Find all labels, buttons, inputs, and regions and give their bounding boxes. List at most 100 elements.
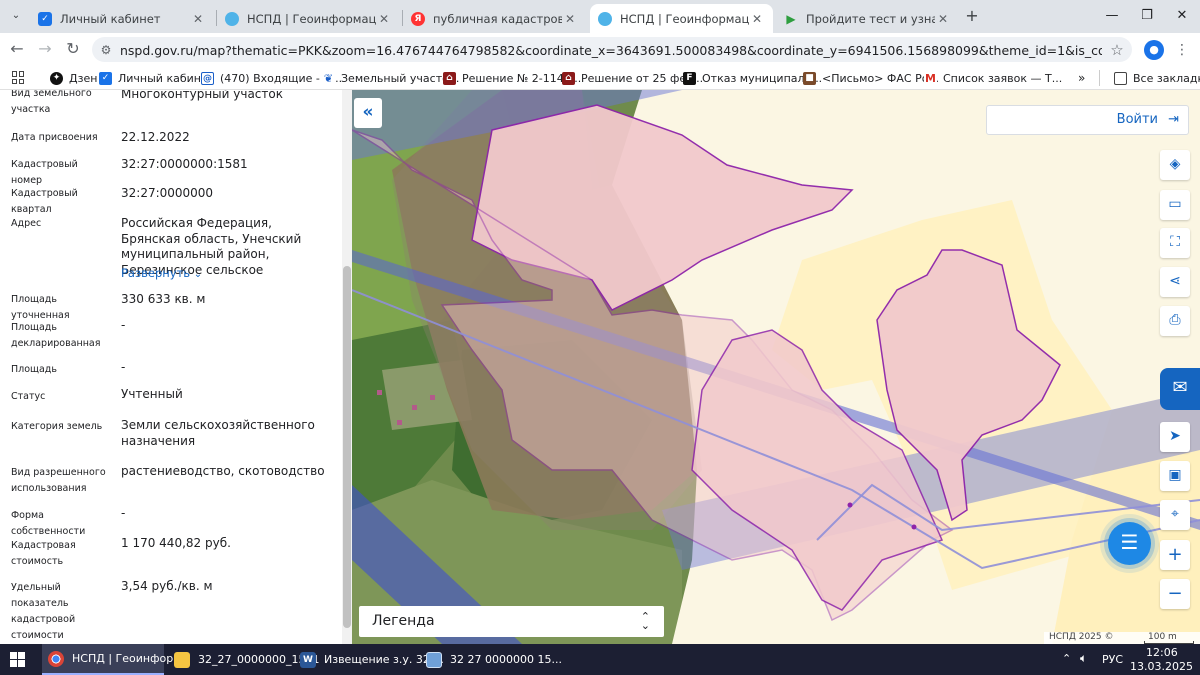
yandex-icon: Я	[411, 11, 425, 26]
reload-button[interactable]: ↻	[61, 38, 85, 62]
field-value: -	[121, 318, 126, 332]
field-label: Кадастровый квартал	[11, 188, 78, 215]
field-value: Многоконтурный участок	[121, 90, 283, 101]
profile-icon[interactable]: ●	[1144, 40, 1164, 60]
tab-lichny-kabinet[interactable]: ✓ Личный кабинет ✕	[30, 4, 214, 33]
bookmark-inbox[interactable]: @ (470) Входящие - П...	[201, 70, 342, 86]
minimize-button[interactable]: —	[1092, 0, 1132, 33]
url-text[interactable]: nspd.gov.ru/map?thematic=PKK&zoom=16.476…	[120, 40, 1102, 59]
expand-address-link[interactable]: Развернуть ⌄	[121, 266, 202, 280]
tab-nspd-1[interactable]: НСПД | Геоинформационный ✕	[217, 4, 400, 33]
folder-icon	[174, 651, 190, 668]
close-icon[interactable]: ✕	[935, 12, 951, 26]
field-value: 22.12.2022	[121, 130, 190, 144]
share-button[interactable]: ⋖	[1160, 267, 1190, 297]
tab-nspd-active[interactable]: НСПД | Геоинформационный ✕	[590, 4, 773, 33]
login-button[interactable]: Войти ⇥	[986, 105, 1189, 135]
taskbar-app-folder[interactable]: 32_27_0000000_1581	[168, 644, 319, 675]
map-canvas[interactable]	[352, 90, 1200, 644]
tray-overflow-icon[interactable]: ⌃	[1062, 652, 1071, 665]
share-icon: ⋖	[1169, 273, 1181, 289]
bookmarks-bar: ✦ Дзен ✓ Личный кабинет @ (470) Входящие - …	[0, 66, 1200, 90]
field-label: Категория земель	[11, 421, 103, 432]
search-location-button[interactable]: ⌖	[1160, 500, 1190, 530]
taskbar-app-chrome[interactable]: НСПД | Геоинфор...	[42, 644, 184, 675]
map-attribution: НСПД 2025 © 100 m	[1044, 632, 1200, 644]
play-icon: ▶	[786, 11, 796, 26]
field-label: Удельный показатель кадастровой стоимост…	[11, 582, 76, 641]
tab-title: НСПД | Геоинформационный	[620, 11, 749, 26]
close-window-button[interactable]: ✕	[1162, 0, 1200, 33]
language-indicator[interactable]: РУС	[1102, 653, 1123, 666]
nspd-icon	[598, 11, 612, 26]
minus-icon: −	[1167, 583, 1183, 604]
print-button[interactable]: ⎙	[1160, 306, 1190, 336]
taskbar-app-image-viewer[interactable]: 32 27 0000000 15...	[420, 644, 562, 675]
close-icon[interactable]: ✕	[376, 12, 392, 26]
feedback-chat-button[interactable]: ✉	[1160, 368, 1200, 410]
tab-search-button[interactable]: ⌄	[6, 6, 26, 26]
zoom-in-button[interactable]: +	[1160, 540, 1190, 570]
select-area-button[interactable]: ⛶	[1160, 228, 1190, 258]
field-value: 32:27:0000000	[121, 186, 214, 200]
message-icon: ☰	[1120, 530, 1139, 554]
windows-taskbar: НСПД | Геоинфор... 32_27_0000000_1581 W …	[0, 644, 1200, 675]
bookmark-reshenie-1[interactable]: ⌂ Решение № 2-1141...	[443, 70, 581, 86]
bookmark-star-icon[interactable]: ☆	[1102, 41, 1132, 59]
bookmark-lichny-kabinet[interactable]: ✓ Личный кабинет	[99, 70, 214, 86]
site-settings-icon[interactable]: ⚙	[92, 43, 120, 57]
print-icon: ⎙	[1169, 312, 1181, 328]
panel-scrollbar-thumb[interactable]	[343, 266, 351, 628]
zoom-out-button[interactable]: −	[1160, 579, 1190, 609]
close-icon[interactable]: ✕	[749, 12, 765, 26]
address-bar[interactable]: ⚙ nspd.gov.ru/map?thematic=PKK&zoom=16.4…	[92, 37, 1132, 62]
apps-grid-icon[interactable]	[12, 71, 25, 84]
restore-button[interactable]: ❐	[1127, 0, 1167, 33]
bookmark-dzen[interactable]: ✦ Дзен	[50, 70, 97, 86]
field-value: Учтенный	[121, 387, 183, 401]
clock-time[interactable]: 12:06	[1146, 646, 1178, 659]
menu-icon[interactable]: ⋮	[1174, 40, 1190, 60]
field-label: Форма собственности	[11, 510, 86, 537]
field-label: Статус	[11, 391, 46, 402]
minimap-button[interactable]: ▣	[1160, 461, 1190, 491]
support-chat-bubble[interactable]: ☰	[1108, 522, 1151, 565]
bookmarks-overflow-icon[interactable]: »	[1078, 70, 1085, 86]
windows-start-icon[interactable]	[10, 652, 25, 667]
close-icon[interactable]: ✕	[190, 12, 206, 26]
tab-test[interactable]: ▶ Пройдите тест и узнайте, в как ✕	[776, 4, 959, 33]
bookmark-pismo-fas[interactable]: ■ <Письмо> ФАС Ро...	[803, 70, 939, 86]
close-icon[interactable]: ✕	[562, 12, 578, 26]
tab-title: НСПД | Геоинформационный	[247, 11, 376, 26]
collapse-panel-button[interactable]: «	[354, 98, 382, 128]
bookmark-reshenie-2[interactable]: ⌂ Решение от 25 фев...	[562, 70, 703, 86]
parcel-info-panel: Вид земельного участка Многоконтурный уч…	[0, 90, 352, 644]
clock-date[interactable]: 13.03.2025	[1130, 660, 1193, 673]
field-value: 1 170 440,82 руб.	[121, 536, 231, 550]
tab-public-cadastral-map[interactable]: Я публичная кадастровая карта ✕	[403, 4, 586, 33]
new-tab-button[interactable]: +	[962, 6, 982, 26]
system-tray: ⌃ 🔈︎ РУС 12:06 13.03.2025	[1062, 644, 1193, 675]
volume-icon[interactable]: 🔈︎	[1080, 651, 1087, 666]
taskbar-app-word[interactable]: W Извещение з.у. 32 ...	[294, 644, 444, 675]
layers-button[interactable]: ◈	[1160, 150, 1190, 180]
chevron-down-icon: ⌄	[193, 269, 203, 280]
court-icon: ⌂	[562, 71, 575, 85]
bookmark-spisok-zayavok[interactable]: M Список заявок — Т...	[924, 70, 1062, 86]
map-view[interactable]: « Войти ⇥ ◈ ▭ ⛶ ⋖ ⎙ ✉ ➤ ▣ ⌖ + − ☰ Легенда…	[352, 90, 1200, 644]
bookmark-zemelny-uchastok[interactable]: ❦ Земельный участо...	[322, 70, 459, 86]
ruler-icon: ▭	[1168, 196, 1182, 212]
bookmark-otkaz[interactable]: F Отказ муниципали...	[683, 70, 822, 86]
all-bookmarks-folder[interactable]: Все закладки	[1114, 70, 1200, 86]
copyright-text: НСПД 2025 ©	[1049, 632, 1114, 642]
chat-icon: ✉	[1172, 377, 1188, 398]
measure-button[interactable]: ▭	[1160, 190, 1190, 220]
forward-button[interactable]: →	[33, 38, 57, 62]
back-button[interactable]: ←	[5, 38, 29, 62]
field-label: Дата присвоения	[11, 132, 98, 143]
legend-dropdown[interactable]: Легенда ⌃ ⌄	[359, 606, 664, 637]
tab-title: Личный кабинет	[60, 11, 161, 26]
geolocation-button[interactable]: ➤	[1160, 422, 1190, 452]
field-label: Кадастровый номер	[11, 159, 78, 186]
field-value: -	[121, 360, 126, 374]
